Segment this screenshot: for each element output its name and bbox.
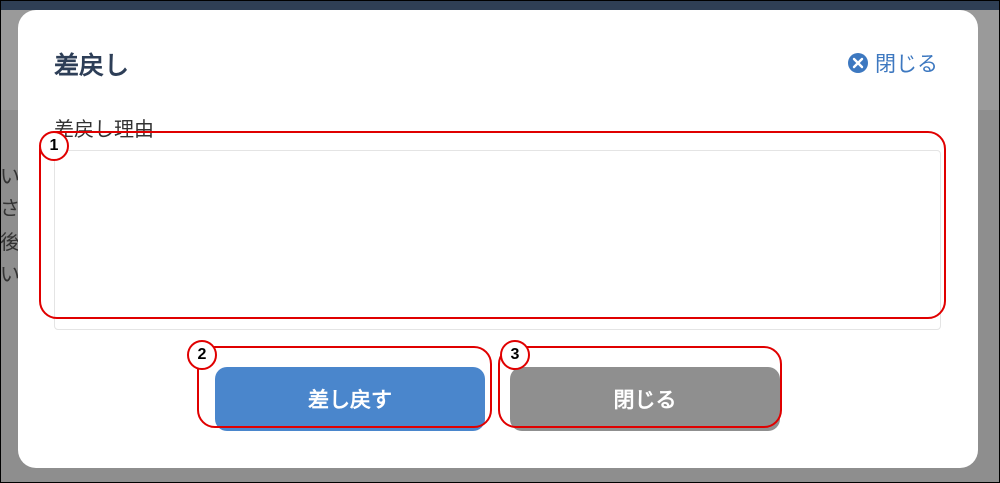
background-text: 後: [0, 230, 20, 254]
close-link[interactable]: 閉じる: [847, 48, 938, 78]
reason-textarea[interactable]: [54, 150, 941, 330]
remand-dialog: 差戻し 閉じる 差戻し理由 差し戻す 閉じる: [18, 10, 978, 468]
annotation-badge-2: 2: [187, 340, 217, 370]
dialog-title: 差戻し: [54, 51, 130, 80]
background-text: い: [0, 262, 20, 286]
reason-label: 差戻し理由: [54, 117, 154, 141]
close-link-label: 閉じる: [875, 52, 938, 76]
background-text: さ: [0, 196, 20, 220]
annotation-badge-3: 3: [500, 340, 530, 370]
app-header-bar: [1, 1, 999, 10]
remand-button[interactable]: 差し戻す: [215, 367, 485, 431]
annotation-badge-1: 1: [39, 131, 69, 161]
background-text: い: [0, 164, 20, 188]
close-circle-icon: [848, 53, 868, 73]
close-button[interactable]: 閉じる: [510, 367, 780, 431]
